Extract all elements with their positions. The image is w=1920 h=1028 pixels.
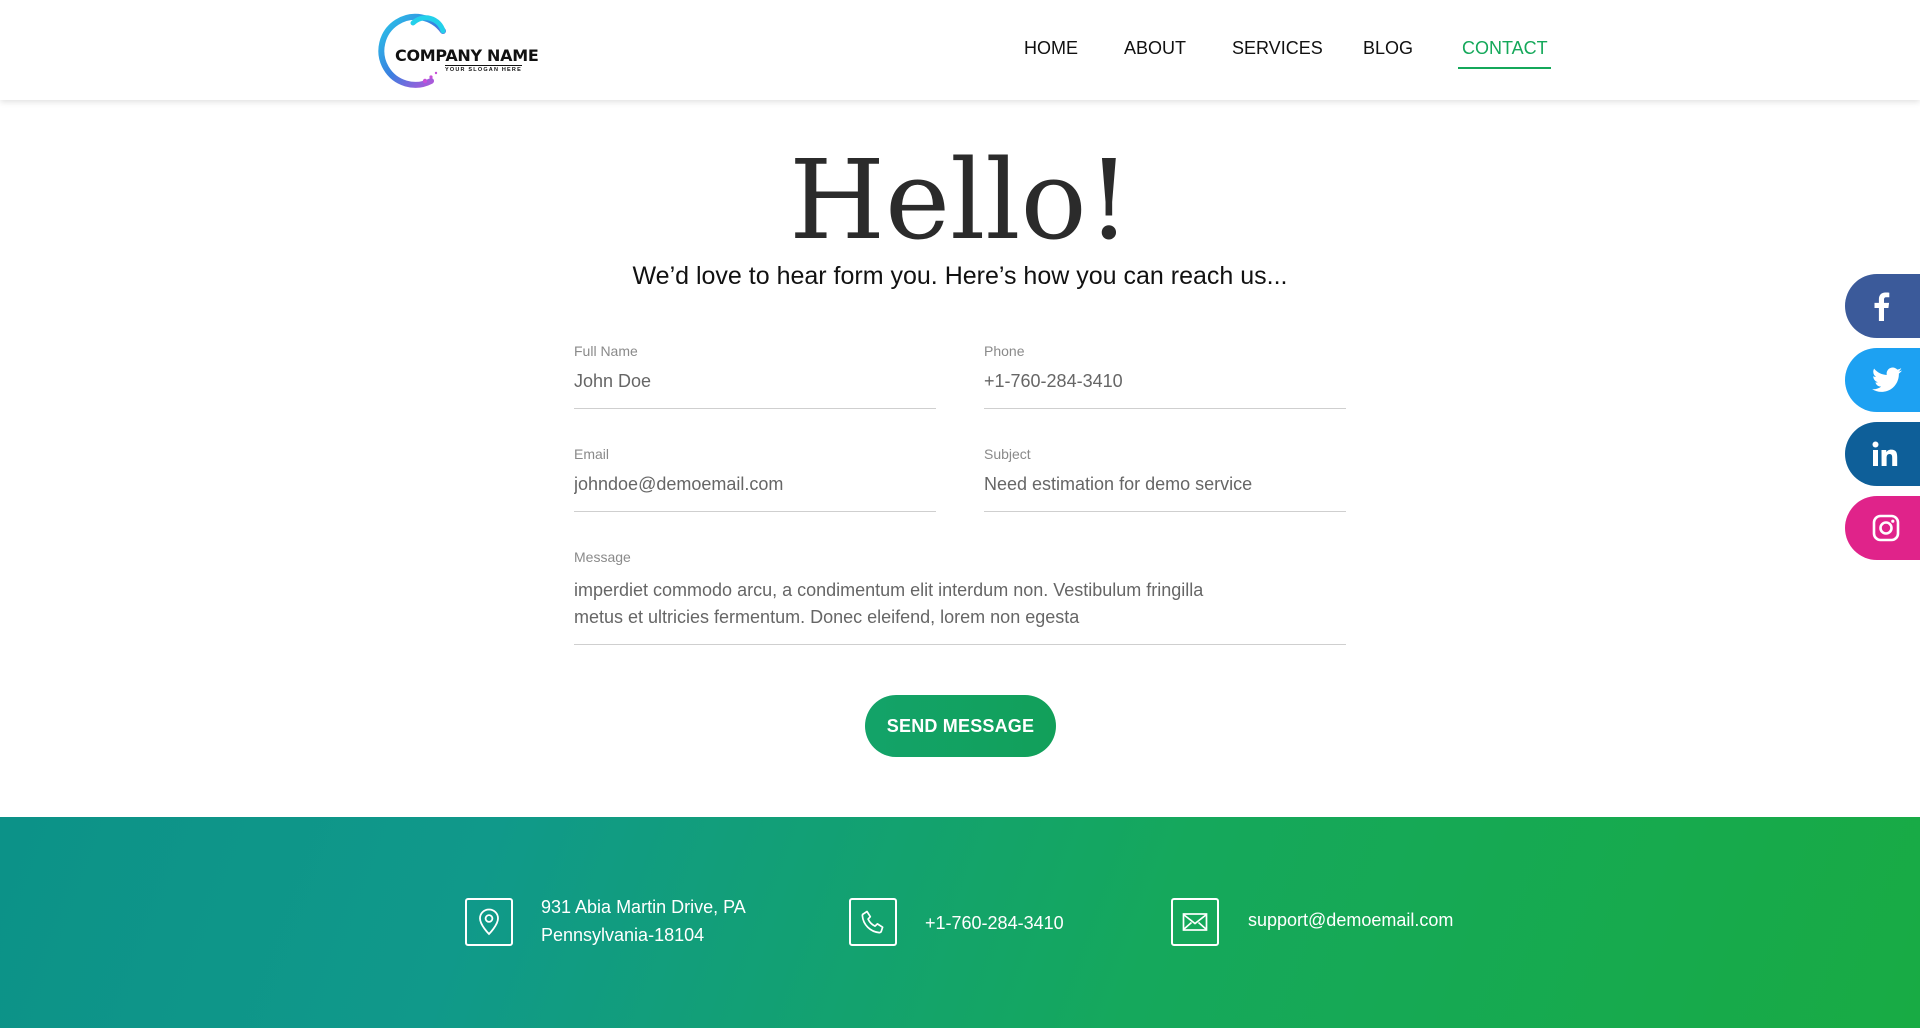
footer-phone[interactable]: +1-760-284-3410 xyxy=(925,909,1064,937)
twitter-icon xyxy=(1872,367,1902,392)
twitter-button[interactable] xyxy=(1845,348,1920,412)
message-line: metus et ultricies fermentum. Donec elei… xyxy=(574,607,1080,627)
nav-about[interactable]: ABOUT xyxy=(1124,38,1186,59)
send-message-button[interactable]: SEND MESSAGE xyxy=(865,695,1056,757)
nav-services[interactable]: SERVICES xyxy=(1232,38,1323,59)
instagram-icon xyxy=(1872,514,1900,542)
subject-field: Subject xyxy=(984,446,1346,512)
facebook-button[interactable] xyxy=(1845,274,1920,338)
message-field: Message imperdiet commodo arcu, a condim… xyxy=(574,549,1346,645)
email-label: Email xyxy=(574,446,610,462)
address-line: Pennsylvania-18104 xyxy=(541,925,705,945)
subject-input[interactable] xyxy=(984,474,1346,495)
nav-blog[interactable]: BLOG xyxy=(1363,38,1413,59)
full-name-input[interactable] xyxy=(574,371,936,392)
contact-footer: 931 Abia Martin Drive, PA Pennsylvania-1… xyxy=(0,817,1920,1028)
phone-input[interactable] xyxy=(984,371,1346,392)
nav-contact[interactable]: CONTACT xyxy=(1458,38,1551,69)
facebook-icon xyxy=(1874,292,1890,321)
full-name-field: Full Name xyxy=(574,343,936,409)
main-nav: HOME ABOUT SERVICES BLOG CONTACT xyxy=(0,38,1920,78)
phone-field: Phone xyxy=(984,343,1346,409)
page-title: Hello! xyxy=(789,136,1131,264)
footer-email[interactable]: support@demoemail.com xyxy=(1248,906,1453,934)
location-pin-icon xyxy=(465,898,513,946)
email-input[interactable] xyxy=(574,474,936,495)
email-field: Email xyxy=(574,446,936,512)
message-line: imperdiet commodo arcu, a condimentum el… xyxy=(574,580,1204,600)
address-line: 931 Abia Martin Drive, PA xyxy=(541,897,746,917)
phone-label: Phone xyxy=(984,343,1025,359)
address-text: 931 Abia Martin Drive, PA Pennsylvania-1… xyxy=(541,893,746,949)
phone-icon xyxy=(849,898,897,946)
instagram-button[interactable] xyxy=(1845,496,1920,560)
message-textarea[interactable]: imperdiet commodo arcu, a condimentum el… xyxy=(574,577,1254,631)
site-header: COMPANY NAME YOUR SLOGAN HERE HOME ABOUT… xyxy=(0,0,1920,100)
message-label: Message xyxy=(574,549,631,565)
linkedin-button[interactable] xyxy=(1845,422,1920,486)
linkedin-icon xyxy=(1872,441,1898,466)
page-subtitle: We’d love to hear form you. Here’s how y… xyxy=(632,262,1288,290)
full-name-label: Full Name xyxy=(574,343,638,359)
nav-home[interactable]: HOME xyxy=(1024,38,1078,59)
envelope-icon xyxy=(1171,898,1219,946)
subject-label: Subject xyxy=(984,446,1031,462)
